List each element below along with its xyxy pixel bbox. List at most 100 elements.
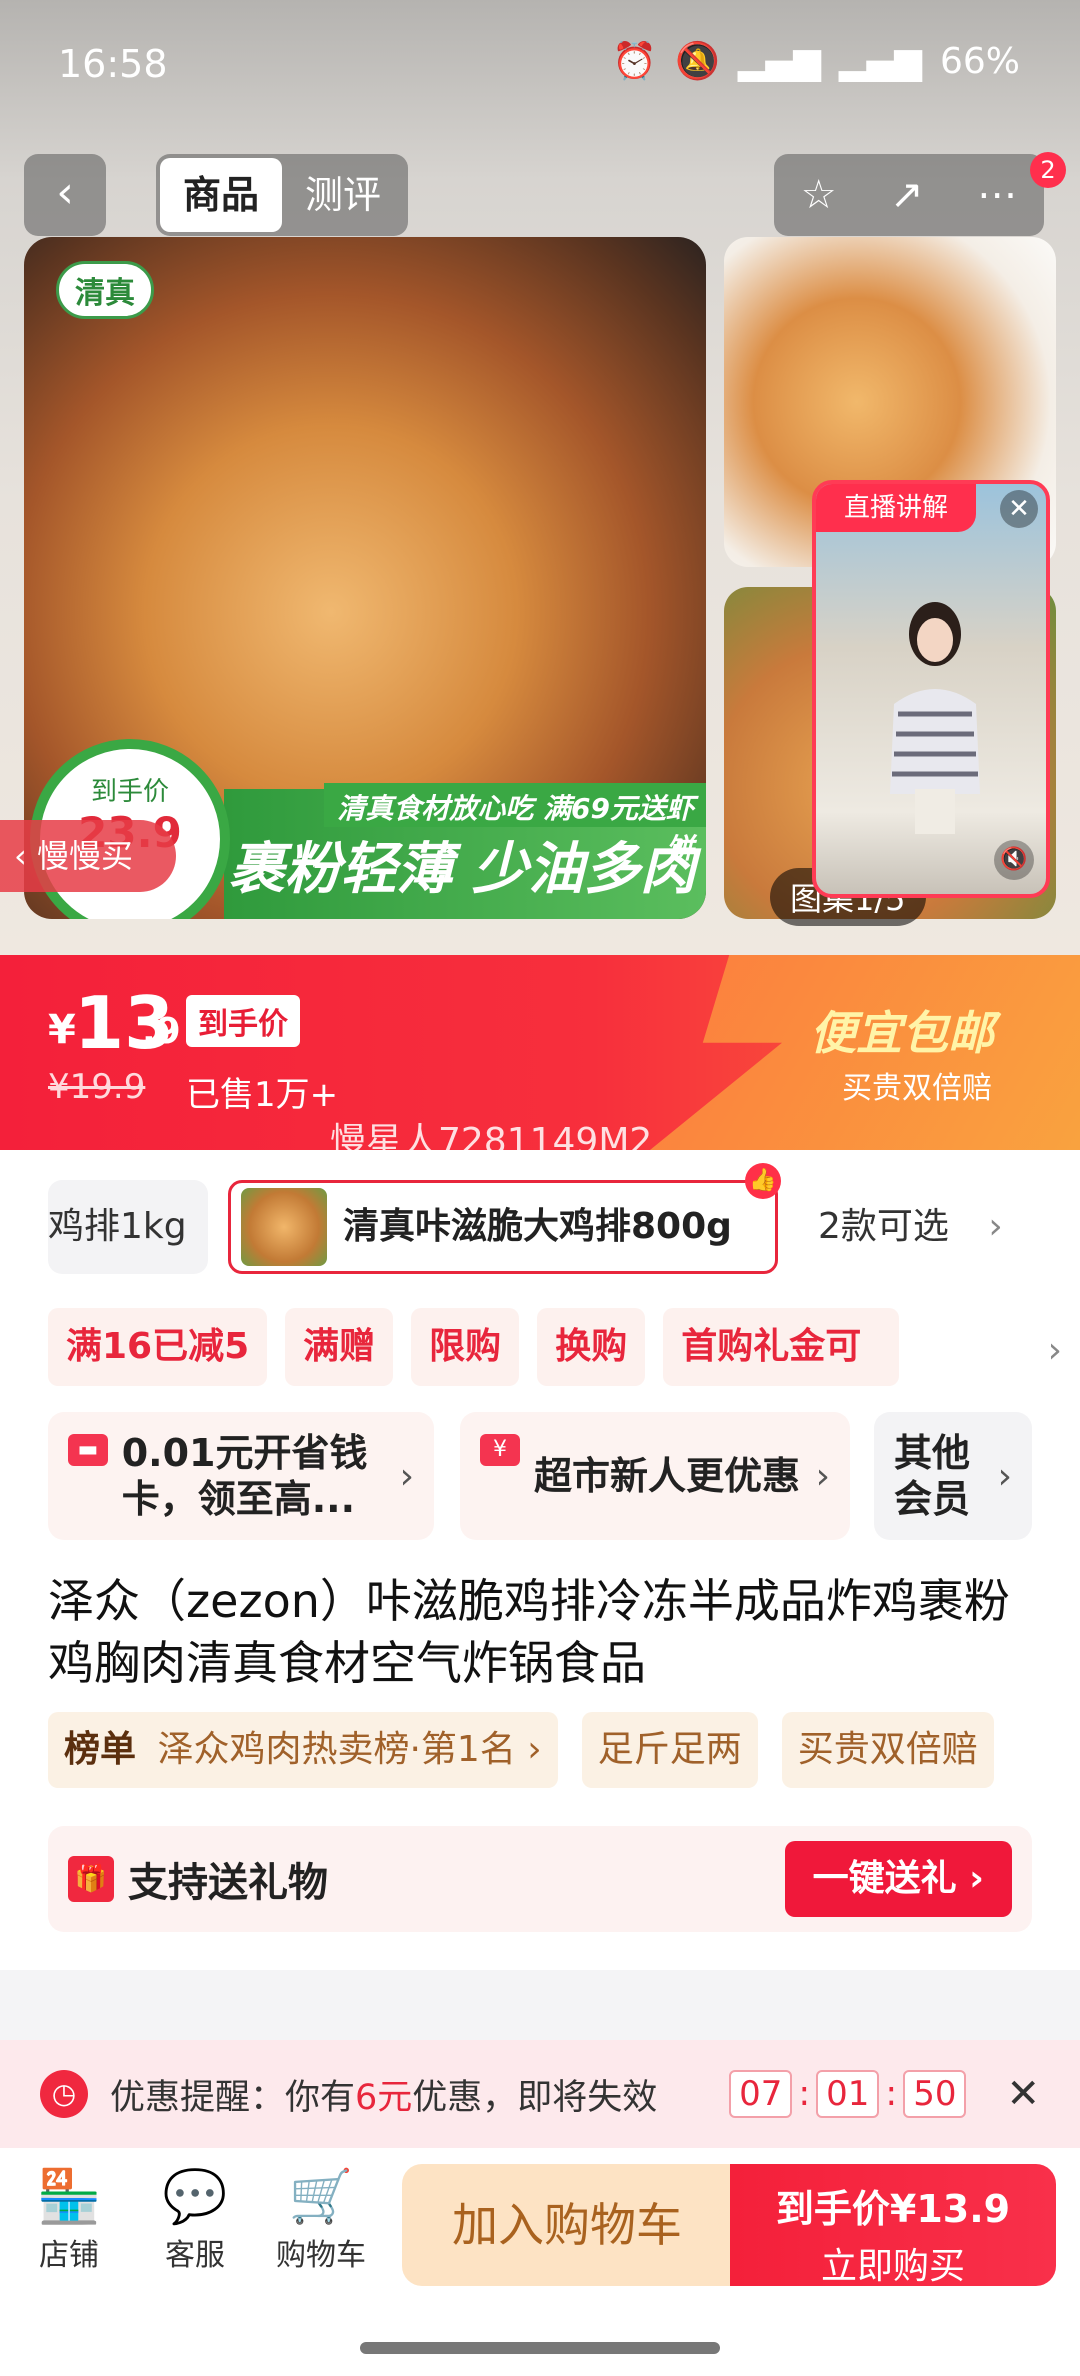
variant-count-label: 2款可选 — [818, 1206, 949, 1247]
shop-button[interactable]: 🏪 店铺 — [14, 2164, 124, 2274]
promo-bar-top: 清真食材放心吃 满69元送虾饼 — [324, 783, 706, 865]
promo-row: 满16已减5 满赠 限购 换购 首购礼金可 — [48, 1308, 900, 1386]
savings-card[interactable]: ▬ 0.01元开省钱卡，领至高... › — [48, 1412, 434, 1540]
ranking-badge[interactable]: 榜单 泽众鸡肉热卖榜·第1名 › — [48, 1712, 558, 1788]
promo-bar-text: 裹粉轻薄 少油多肉 — [228, 837, 697, 902]
chevron-right-icon: › — [527, 1729, 542, 1770]
store-icon: 🏪 — [36, 2167, 102, 2227]
feature-tag: 买贵双倍赔 — [781, 1712, 994, 1788]
ranking-text: 泽众鸡肉热卖榜·第1名 — [157, 1729, 516, 1770]
chat-icon: 💬 — [162, 2167, 228, 2227]
member-card[interactable]: 其他会员 › — [874, 1412, 1032, 1540]
gift-icon: 🎁 — [68, 1856, 114, 1902]
free-shipping: 便宜包邮 — [810, 1006, 994, 1060]
product-info: 鸡排1kg 清真咔滋脆大鸡排800g 👍 2款可选 › 满16已减5 满赠 限购… — [0, 1150, 1080, 1970]
timer-seconds: 50 — [903, 2070, 967, 2118]
buy-now-label: 立即购买 — [820, 2246, 965, 2287]
battery-text: 66% — [939, 40, 1020, 82]
user-watermark: 慢星人7281149M2 — [330, 1121, 653, 1162]
gift-text: 支持送礼物 — [128, 1860, 328, 1906]
product-page: 16:58 ⏰ 🔕 ▂▄▆ ▂▄▆ 66% 清真 清真食材放心吃 满69元送虾饼… — [0, 0, 1080, 2376]
close-icon[interactable]: ✕ — [1000, 490, 1038, 528]
chevron-right-icon: › — [997, 1455, 1012, 1497]
variant-option-selected[interactable]: 清真咔滋脆大鸡排800g 👍 — [228, 1163, 781, 1274]
cart-button[interactable]: 🛒 购物车 — [266, 2164, 376, 2274]
notification-badge: 2 — [1030, 152, 1066, 188]
newcomer-card-text: 超市新人更优惠 — [534, 1454, 801, 1498]
newcomer-card[interactable]: ¥ 超市新人更优惠 › — [460, 1412, 850, 1540]
halal-tag: 清真 — [56, 261, 154, 319]
countdown-timer: 07 : 01 : 50 — [729, 2070, 967, 2118]
live-video-window[interactable]: 直播讲解 ✕ 🔇 — [812, 480, 1050, 898]
product-title: 泽众（zezon）咔滋脆鸡排冷冻半成品炸鸡裹粉鸡胸肉清真食材空气炸锅食品 — [48, 1574, 1010, 1690]
top-tabs: 商品 测评 — [156, 154, 408, 236]
tab-product[interactable]: 商品 — [160, 158, 282, 232]
promo-tag[interactable]: 限购 — [411, 1308, 520, 1386]
chevron-right-icon: › — [988, 1206, 1003, 1247]
original-price: ¥19.9 — [48, 1067, 146, 1107]
live-label: 直播讲解 — [816, 484, 976, 532]
savings-card-text: 0.01元开省钱卡，领至高... — [121, 1431, 368, 1521]
share-icon[interactable]: ↗ — [890, 172, 924, 218]
thumbs-up-icon: 👍 — [745, 1163, 781, 1199]
slow-buy-pill[interactable]: ‹ 慢慢买 — [0, 820, 176, 892]
coupon-icon: ¥ — [480, 1434, 520, 1466]
timer-hours: 07 — [729, 2070, 793, 2118]
more-icon[interactable]: ⋯ — [977, 172, 1017, 218]
add-to-cart-button[interactable]: 加入购物车 — [402, 2164, 732, 2286]
feature-tag: 足斤足两 — [581, 1712, 758, 1788]
promo-tag[interactable]: 满赠 — [285, 1308, 394, 1386]
mute-video-icon[interactable]: 🔇 — [994, 840, 1034, 880]
cart-label: 购物车 — [276, 2238, 366, 2273]
double-compensation: 买贵双倍赔 — [842, 1071, 992, 1106]
home-indicator[interactable] — [360, 2342, 720, 2354]
ranking-label: 榜单 — [64, 1729, 137, 1770]
status-bar: 16:58 ⏰ 🔕 ▂▄▆ ▂▄▆ 66% — [0, 0, 1080, 130]
chevron-right-icon: › — [399, 1455, 414, 1497]
variant-label: 清真咔滋脆大鸡排800g — [343, 1206, 732, 1247]
card-icon: ▬ — [68, 1434, 108, 1466]
gift-row: 🎁 支持送礼物 一键送礼 › — [48, 1826, 1032, 1932]
chevron-left-icon: ‹ — [56, 167, 74, 218]
signal-icon-2: ▂▄▆ — [838, 40, 922, 82]
variant-count[interactable]: 2款可选 › — [818, 1180, 1068, 1274]
timer-minutes: 01 — [816, 2070, 880, 2118]
service-button[interactable]: 💬 客服 — [140, 2164, 250, 2274]
signal-icon: ▂▄▆ — [737, 40, 821, 82]
star-icon[interactable]: ☆ — [801, 172, 837, 218]
promo-tag[interactable]: 满16已减5 — [48, 1308, 268, 1386]
send-gift-button[interactable]: 一键送礼 › — [784, 1841, 1012, 1917]
shop-label: 店铺 — [39, 2238, 99, 2273]
clock-icon: ◷ — [40, 2070, 88, 2118]
slow-buy-label: 慢慢买 — [36, 837, 133, 875]
buy-price: 到手价¥13.9 — [775, 2187, 1011, 2231]
alarm-icon: ⏰ — [612, 41, 658, 82]
send-gift-label: 一键送礼 — [812, 1858, 957, 1899]
cart-icon: 🛒 — [288, 2167, 354, 2227]
timer-separator: : — [798, 2074, 811, 2114]
tab-review[interactable]: 测评 — [282, 158, 404, 232]
reminder-prefix: 优惠提醒：你有 — [110, 2077, 356, 2118]
promo-tag[interactable]: 首购礼金可 — [663, 1308, 900, 1386]
chevron-right-icon[interactable]: › — [1048, 1330, 1062, 1371]
close-icon[interactable]: ✕ — [1006, 2071, 1040, 2117]
reminder-amount: 6元 — [355, 2077, 413, 2118]
rank-row: 榜单 泽众鸡肉热卖榜·第1名 › 足斤足两 买贵双倍赔 — [48, 1712, 994, 1788]
top-actions: ☆ ↗ ⋯ — [774, 154, 1044, 236]
price-yen: ¥ — [48, 1007, 76, 1053]
status-time: 16:58 — [58, 42, 168, 86]
mute-icon: 🔕 — [675, 41, 720, 82]
status-icons: ⏰ 🔕 ▂▄▆ ▂▄▆ 66% — [612, 40, 1020, 83]
service-label: 客服 — [165, 2238, 225, 2273]
variant-option-1[interactable]: 鸡排1kg — [48, 1180, 208, 1274]
sold-count: 已售1万+ — [186, 1075, 339, 1115]
promo-tag[interactable]: 换购 — [537, 1308, 646, 1386]
coupon-reminder: ◷ 优惠提醒：你有 6元 优惠，即将失效 07 : 01 : 50 ✕ — [0, 2040, 1080, 2148]
final-price-tag: 到手价 — [186, 995, 300, 1047]
back-button[interactable]: ‹ — [24, 154, 106, 236]
main-product-image[interactable]: 清真 清真食材放心吃 满69元送虾饼 裹粉轻薄 少油多肉 到手价 23.9 — [24, 237, 706, 919]
buy-now-button[interactable]: 到手价¥13.9 立即购买 — [730, 2164, 1056, 2287]
reminder-suffix: 优惠，即将失效 — [412, 2077, 658, 2118]
presenter-figure — [890, 602, 980, 834]
chevron-left-icon: ‹ — [14, 837, 37, 875]
